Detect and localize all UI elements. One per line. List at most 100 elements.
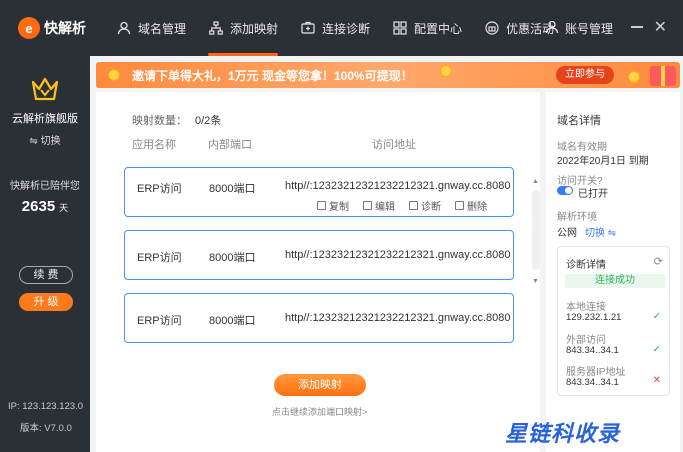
watermark: 星链科收录 [505, 421, 621, 446]
promo-banner[interactable]: 邀请下单得大礼，1万元 现金等您拿！100%可提现！ 立即参与 [96, 62, 680, 88]
days-value: 2635 [21, 198, 56, 215]
scroll-up-icon[interactable]: ▲ [532, 178, 539, 185]
nav-add-mapping[interactable]: 添加映射 [200, 0, 286, 56]
domain-detail-panel: 域名详情 域名有效期 2022年20月1日 到期 访问开关? 已打开 解析环境 … [546, 92, 680, 452]
close-icon[interactable]: ✕ [654, 17, 667, 37]
edit-icon [363, 201, 372, 210]
delete-button[interactable]: 删除 [455, 198, 487, 213]
main-nav: 域名管理 添加映射 连接诊断 配置中心 优惠活动 [108, 0, 568, 56]
server-label: 服务器IP地址 [566, 367, 626, 378]
person-icon [116, 20, 132, 36]
sidebar: 云解析旗舰版 ⇋ 切换 快解析已陪伴您 2635 天 续 费 升 级 IP: 12… [0, 56, 90, 452]
access-toggle[interactable] [557, 186, 573, 195]
days-count: 2635 天 [0, 198, 90, 215]
app-name-cell: ERP访问 [137, 315, 182, 327]
add-port-hint-link[interactable]: 点击继续添加端口映射> [272, 405, 367, 418]
mapping-count: 映射数量： 0/2条 [132, 112, 221, 128]
nav-diagnose[interactable]: 连接诊断 [292, 0, 378, 56]
diagnose-icon [409, 201, 418, 210]
url-cell: http//:12323212321232212321.gnway.cc.808… [285, 312, 511, 324]
env-switch-link[interactable]: 切换 ⇋ [585, 228, 616, 239]
delete-label: 删除 [467, 202, 487, 213]
account-menu[interactable]: 账号管理 [545, 0, 613, 56]
plan-switch-link[interactable]: ⇋ 切换 [0, 132, 90, 147]
coin-icon [108, 69, 120, 81]
cross-icon: ✕ [652, 375, 661, 386]
local-value: 129.232.1.21 [566, 312, 622, 323]
count-label: 映射数量： [132, 115, 187, 127]
mapping-card[interactable]: ERP访问 8000端口 http//:12323212321232212321… [124, 167, 514, 217]
env-value-row: 公网 切换 ⇋ [557, 224, 616, 239]
edit-label: 编辑 [375, 202, 395, 213]
card-actions: 复制 编辑 诊断 删除 [317, 198, 501, 213]
env-value: 公网 [557, 228, 577, 239]
add-mapping-button[interactable]: 添加映射 [274, 374, 366, 396]
header-port: 内部端口 [208, 139, 252, 151]
gift-circle-icon [484, 20, 500, 36]
header-app: 应用名称 [132, 139, 176, 151]
banner-text: 邀请下单得大礼，1万元 现金等您拿！100%可提现！ [132, 68, 413, 83]
renew-button[interactable]: 续 费 [19, 266, 73, 284]
mapping-card[interactable]: ERP访问 8000端口 http//:12323212321232212321… [124, 230, 514, 280]
url-cell: http//:12323212321232212321.gnway.cc.808… [285, 249, 511, 261]
url-cell: http//:12323212321232212321.gnway.cc.808… [285, 180, 511, 192]
external-label: 外部访问 [566, 335, 606, 346]
copy-label: 复制 [329, 202, 349, 213]
expiry-label: 域名有效期 [557, 142, 607, 153]
coin-icon [440, 65, 452, 77]
upgrade-button[interactable]: 升 级 [19, 293, 73, 311]
diag-title: 诊断详情 [566, 260, 606, 271]
scrollbar[interactable] [532, 190, 540, 270]
minimize-icon[interactable] [631, 26, 643, 28]
app-logo: e 快解析 [0, 17, 90, 39]
days-label: 快解析已陪伴您 [10, 181, 80, 192]
account-label: 账号管理 [564, 21, 613, 36]
copy-button[interactable]: 复制 [317, 198, 349, 213]
scroll-down-icon[interactable]: ▼ [532, 278, 539, 285]
header-url: 访问地址 [372, 139, 416, 151]
nav-add-mapping-label: 添加映射 [230, 21, 279, 36]
nav-diagnose-label: 连接诊断 [322, 21, 371, 36]
mapping-card[interactable]: ERP访问 8000端口 http//:12323212321232212321… [124, 293, 514, 343]
diagnose-label: 诊断 [421, 202, 441, 213]
nav-domain-label: 域名管理 [138, 21, 187, 36]
refresh-icon[interactable]: ⟳ [654, 255, 663, 268]
detail-title: 域名详情 [557, 115, 601, 127]
nav-config[interactable]: 配置中心 [384, 0, 470, 56]
edit-button[interactable]: 编辑 [363, 198, 395, 213]
port-cell: 8000端口 [209, 183, 256, 195]
plan-name: 云解析旗舰版 [12, 113, 78, 125]
port-cell: 8000端口 [209, 252, 256, 264]
user-icon [545, 20, 559, 37]
nav-domain[interactable]: 域名管理 [108, 0, 194, 56]
copy-icon [317, 201, 326, 210]
grid-icon [392, 20, 408, 36]
days-unit: 天 [59, 203, 69, 213]
nav-config-label: 配置中心 [414, 21, 463, 36]
trash-icon [455, 201, 464, 210]
sitemap-icon [208, 20, 224, 36]
crown-icon [0, 76, 90, 102]
version: 版本: V7.0.0 [20, 423, 72, 434]
app-name-cell: ERP访问 [137, 183, 182, 195]
count-value: 0/2条 [195, 115, 222, 127]
gift-icon [650, 66, 676, 86]
medkit-icon [300, 20, 316, 36]
access-state: 已打开 [578, 189, 608, 200]
logo-icon: e [18, 17, 40, 39]
connection-status: 连接成功 [565, 274, 665, 288]
check-icon: ✓ [652, 344, 661, 355]
expiry-value: 2022年20月1日 到期 [557, 156, 649, 167]
port-cell: 8000端口 [209, 315, 256, 327]
mapping-panel: 映射数量： 0/2条 应用名称 内部端口 访问地址 ERP访问 8000端口 ht… [96, 92, 540, 452]
banner-join-button[interactable]: 立即参与 [556, 66, 614, 84]
diagnose-button[interactable]: 诊断 [409, 198, 441, 213]
app-name-cell: ERP访问 [137, 252, 182, 264]
env-label: 解析环境 [557, 212, 597, 223]
server-value: 843.34..34.1 [566, 377, 619, 388]
local-label: 本地连接 [566, 302, 606, 313]
coin-icon [628, 71, 640, 83]
external-value: 843.34..34.1 [566, 345, 619, 356]
diagnosis-card: 诊断详情 ⟳ 连接成功 本地连接 129.232.1.21 ✓ 外部访问 843… [557, 246, 670, 396]
app-name: 快解析 [44, 20, 86, 36]
